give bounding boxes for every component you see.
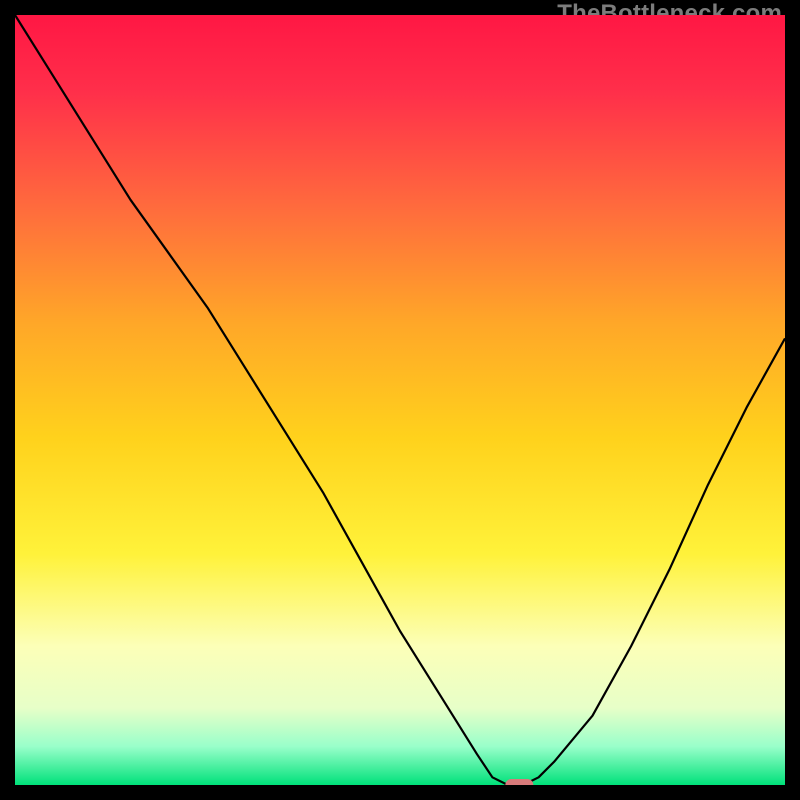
chart-container: TheBottleneck.com bbox=[0, 0, 800, 800]
plot-area bbox=[15, 15, 785, 785]
optimal-marker bbox=[505, 779, 533, 785]
bottleneck-chart bbox=[15, 15, 785, 785]
gradient-background bbox=[15, 15, 785, 785]
